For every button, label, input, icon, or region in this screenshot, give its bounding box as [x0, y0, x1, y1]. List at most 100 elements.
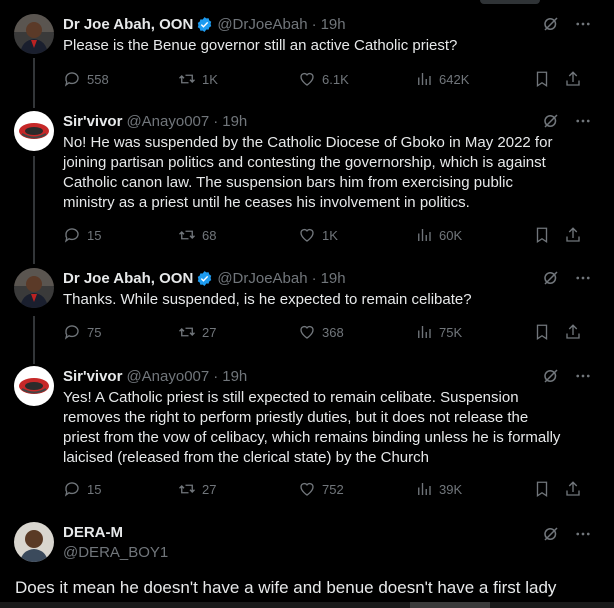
bookmark-icon	[536, 324, 548, 341]
tweet-1[interactable]: Dr Joe Abah, OON @DrJoeAbah · 19h Please…	[0, 14, 614, 100]
grok-icon[interactable]	[542, 367, 560, 385]
avatar-dera-m[interactable]	[14, 522, 54, 562]
share-icon	[566, 71, 580, 86]
bookmark-button[interactable]	[533, 70, 557, 88]
views-icon	[418, 229, 431, 241]
bookmark-button[interactable]	[533, 226, 557, 244]
avatar-joe-abah[interactable]	[14, 14, 54, 54]
reply-tweet[interactable]: DERA-M @DERA_BOY1 Does it mean he doesn'…	[0, 510, 614, 608]
retweet-icon	[179, 327, 195, 337]
avatar-sirvivor[interactable]	[14, 111, 54, 151]
author-name[interactable]: Dr Joe Abah, OON	[63, 270, 193, 287]
tweet-text: Thanks. While suspended, is he expected …	[63, 291, 472, 308]
retweet-count: 27	[202, 481, 217, 497]
more-icon[interactable]	[574, 525, 592, 543]
window-top-edge	[480, 0, 540, 4]
grok-icon[interactable]	[542, 269, 560, 287]
tweet-top-icons	[542, 366, 592, 386]
views-icon	[418, 73, 431, 85]
tweet-2[interactable]: Sir'vivor @Anayo007 · 19h No! He was sus…	[0, 111, 614, 251]
author-handle[interactable]: @DERA_BOY1	[63, 544, 168, 561]
timestamp[interactable]: 19h	[222, 368, 247, 385]
reply-count: 558	[87, 71, 109, 87]
separator-dot: ·	[213, 112, 219, 130]
tweet-4[interactable]: Sir'vivor @Anayo007 · 19h Yes! A Catholi…	[0, 366, 614, 506]
like-button[interactable]: 368	[298, 323, 344, 341]
bookmark-button[interactable]	[533, 323, 557, 341]
grok-icon[interactable]	[542, 15, 560, 33]
tweet-header: Dr Joe Abah, OON @DrJoeAbah · 19h	[63, 268, 346, 288]
retweet-count: 68	[202, 227, 217, 243]
views-button[interactable]: 39K	[415, 480, 462, 498]
views-count: 39K	[439, 481, 463, 497]
views-count: 60K	[439, 227, 463, 243]
grok-icon[interactable]	[542, 112, 560, 130]
retweet-icon	[179, 74, 195, 84]
grok-icon[interactable]	[542, 525, 560, 543]
avatar-joe-abah[interactable]	[14, 268, 54, 308]
views-button[interactable]: 75K	[415, 323, 462, 341]
more-icon[interactable]	[574, 112, 592, 130]
tweet-3[interactable]: Dr Joe Abah, OON @DrJoeAbah · 19h Thanks…	[0, 268, 614, 354]
retweet-button[interactable]: 1K	[178, 70, 218, 88]
reply-icon	[64, 228, 79, 243]
share-icon	[566, 481, 580, 496]
author-name[interactable]: DERA-M	[63, 524, 123, 541]
like-button[interactable]: 752	[298, 480, 344, 498]
horizontal-scrollbar[interactable]	[0, 602, 614, 608]
views-button[interactable]: 642K	[415, 70, 469, 88]
reply-icon	[64, 482, 79, 497]
share-button[interactable]	[564, 480, 588, 498]
like-icon	[300, 482, 314, 496]
more-icon[interactable]	[574, 15, 592, 33]
separator-dot: ·	[311, 15, 317, 33]
author-name[interactable]: Sir'vivor	[63, 113, 122, 130]
retweet-button[interactable]: 27	[178, 480, 216, 498]
author-handle[interactable]: @Anayo007	[126, 368, 209, 385]
tweet-text: No! He was suspended by the Catholic Dio…	[63, 134, 553, 211]
retweet-count: 27	[202, 324, 217, 340]
timestamp[interactable]: 19h	[222, 113, 247, 130]
tweet-text: Yes! A Catholic priest is still expected…	[63, 389, 561, 466]
avatar-sirvivor[interactable]	[14, 366, 54, 406]
reply-icon	[64, 72, 79, 87]
timestamp[interactable]: 19h	[321, 16, 346, 33]
timestamp[interactable]: 19h	[321, 270, 346, 287]
share-button[interactable]	[564, 70, 588, 88]
author-handle[interactable]: @DrJoeAbah	[217, 270, 307, 287]
views-button[interactable]: 60K	[415, 226, 462, 244]
like-button[interactable]: 1K	[298, 226, 338, 244]
author-name[interactable]: Dr Joe Abah, OON	[63, 16, 193, 33]
views-count: 75K	[439, 324, 463, 340]
tweet-text: Does it mean he doesn't have a wife and …	[15, 578, 557, 597]
bookmark-button[interactable]	[533, 480, 557, 498]
reply-button[interactable]: 558	[63, 70, 109, 88]
tweet-top-icons	[542, 524, 592, 544]
separator-dot: ·	[213, 367, 219, 385]
retweet-icon	[179, 230, 195, 240]
reply-button[interactable]: 15	[63, 226, 101, 244]
author-name[interactable]: Sir'vivor	[63, 368, 122, 385]
views-count: 642K	[439, 71, 470, 87]
share-button[interactable]	[564, 226, 588, 244]
author-handle[interactable]: @DrJoeAbah	[217, 16, 307, 33]
scrollbar-thumb[interactable]	[410, 602, 490, 608]
like-icon	[300, 72, 314, 86]
author-handle[interactable]: @Anayo007	[126, 113, 209, 130]
reply-button[interactable]: 15	[63, 480, 101, 498]
more-icon[interactable]	[574, 269, 592, 287]
retweet-button[interactable]: 68	[178, 226, 216, 244]
like-count: 6.1K	[322, 71, 349, 87]
more-icon[interactable]	[574, 367, 592, 385]
retweet-button[interactable]: 27	[178, 323, 216, 341]
tweet-header: Dr Joe Abah, OON @DrJoeAbah · 19h	[63, 14, 346, 34]
verified-badge-icon	[198, 16, 212, 32]
share-button[interactable]	[564, 323, 588, 341]
like-button[interactable]: 6.1K	[298, 70, 349, 88]
bookmark-icon	[536, 227, 548, 244]
tweet-top-icons	[542, 268, 592, 288]
tweet-top-icons	[542, 111, 592, 131]
tweet-actions: 15 68 1K 60K	[63, 225, 584, 245]
reply-button[interactable]: 75	[63, 323, 101, 341]
share-icon	[566, 324, 580, 339]
